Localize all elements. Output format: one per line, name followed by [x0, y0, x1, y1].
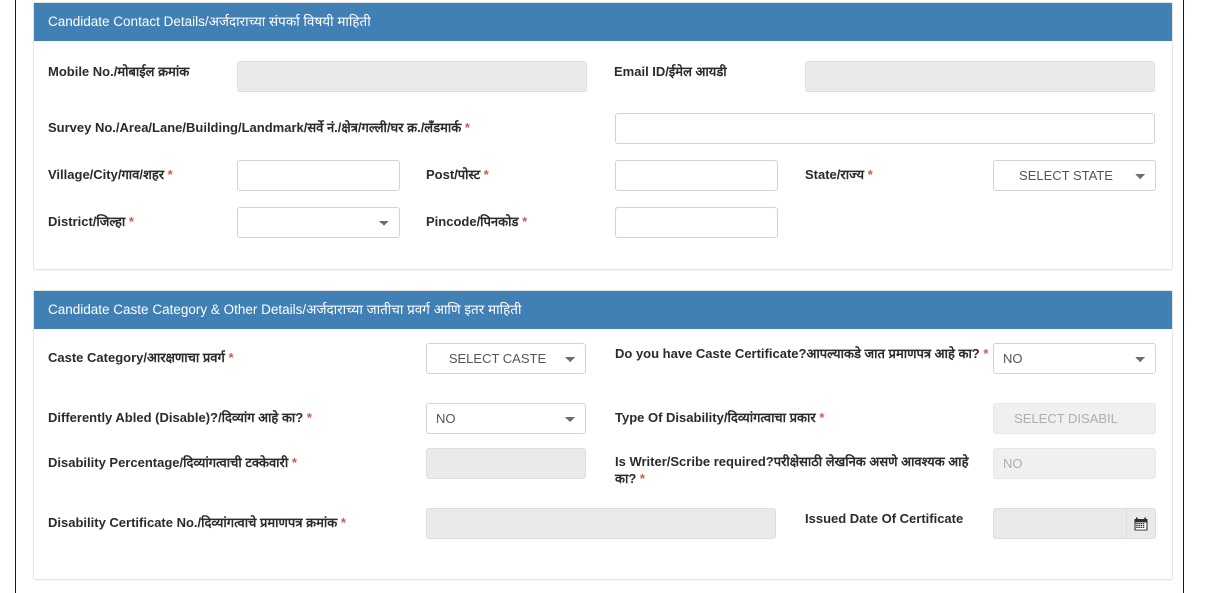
survey-no-required-marker: *	[464, 120, 470, 135]
issued-date-input[interactable]	[993, 508, 1126, 539]
disability-type-label: Type Of Disability/दिव्यांगत्वाचा प्रकार…	[615, 410, 825, 425]
caste-certificate-required-marker: *	[983, 346, 989, 361]
disability-percentage-label: Disability Percentage/दिव्यांगत्वाची टक्…	[48, 455, 297, 470]
writer-required-label: Is Writer/Scribe required?परीक्षेसाठी ले…	[615, 454, 969, 486]
candidate-contact-details-panel: Candidate Contact Details/अर्जदाराच्या स…	[33, 2, 1173, 270]
state-label: State/राज्य *	[805, 167, 873, 182]
writer-required-select[interactable]: NO	[993, 448, 1156, 479]
mobile-no-input[interactable]	[237, 61, 587, 92]
survey-no-label: Survey No./Area/Lane/Building/Landmark/स…	[48, 120, 470, 135]
caste-category-select[interactable]: SELECT CASTE	[426, 343, 586, 374]
form-page: Candidate Contact Details/अर्जदाराच्या स…	[17, 0, 1183, 593]
calendar-icon	[1134, 517, 1148, 530]
disability-certificate-no-input[interactable]	[426, 508, 776, 539]
district-required-marker: *	[128, 214, 134, 229]
village-city-required-marker: *	[167, 167, 173, 182]
survey-no-input[interactable]	[615, 113, 1155, 144]
email-id-input[interactable]	[805, 61, 1155, 92]
contact-section-title: Candidate Contact Details/अर्जदाराच्या स…	[34, 3, 1172, 41]
disability-percentage-input[interactable]	[426, 448, 586, 479]
issued-date-input-group	[993, 508, 1156, 539]
pincode-label: Pincode/पिनकोड *	[426, 214, 528, 229]
email-id-label: Email ID/ईमेल आयडी	[614, 64, 727, 79]
disability-certificate-no-required-marker: *	[340, 515, 346, 530]
mobile-no-label: Mobile No./मोबाईल क्रमांक	[48, 64, 190, 79]
post-required-marker: *	[483, 167, 489, 182]
differently-abled-label: Differently Abled (Disable)?/दिव्यांग आह…	[48, 410, 312, 425]
caste-section-title: Candidate Caste Category & Other Details…	[34, 291, 1172, 329]
contact-section-body: Mobile No./मोबाईल क्रमांक Email ID/ईमेल …	[34, 41, 1172, 269]
caste-category-label: Caste Category/आरक्षणाचा प्रवर्ग *	[48, 350, 234, 365]
post-label: Post/पोस्ट *	[426, 167, 489, 182]
district-label: District/जिल्हा *	[48, 214, 134, 229]
caste-section-body: Caste Category/आरक्षणाचा प्रवर्ग * SELEC…	[34, 329, 1172, 579]
village-city-label: Village/City/गाव/शहर *	[48, 167, 173, 182]
candidate-caste-category-panel: Candidate Caste Category & Other Details…	[33, 290, 1173, 580]
calendar-icon-button[interactable]	[1126, 508, 1156, 539]
pincode-input[interactable]	[615, 207, 778, 238]
state-required-marker: *	[867, 167, 873, 182]
pincode-required-marker: *	[522, 214, 528, 229]
disability-certificate-no-label: Disability Certificate No./दिव्यांगत्वाच…	[48, 515, 346, 530]
caste-certificate-label: Do you have Caste Certificate?आपल्याकडे …	[615, 346, 989, 361]
disability-percentage-required-marker: *	[291, 455, 297, 470]
differently-abled-required-marker: *	[306, 410, 312, 425]
village-city-input[interactable]	[237, 160, 400, 191]
state-select[interactable]: SELECT STATE	[993, 160, 1156, 191]
issued-date-label: Issued Date Of Certificate	[805, 511, 964, 526]
differently-abled-select[interactable]: NO	[426, 403, 586, 434]
disability-type-required-marker: *	[819, 410, 825, 425]
caste-category-required-marker: *	[228, 350, 234, 365]
page-right-edge-rule	[1183, 0, 1184, 593]
post-input[interactable]	[615, 160, 778, 191]
page-left-edge-rule	[15, 0, 16, 593]
caste-certificate-select[interactable]: NO	[993, 343, 1156, 374]
district-select[interactable]	[237, 207, 400, 238]
writer-required-required-marker: *	[639, 471, 645, 486]
disability-type-select[interactable]: SELECT DISABIL	[993, 403, 1156, 434]
